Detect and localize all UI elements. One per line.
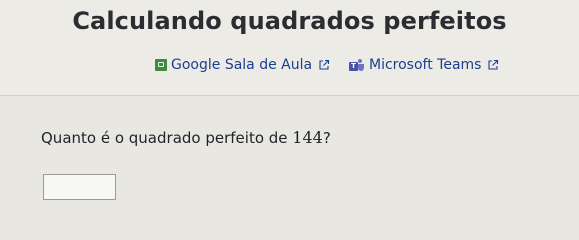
- answer-input[interactable]: [43, 174, 116, 200]
- question-suffix: ?: [322, 129, 331, 147]
- exercise-header: Calculando quadrados perfeitos Google Sa…: [0, 0, 579, 95]
- question-text: Quanto é o quadrado perfeito de 144?: [41, 128, 331, 147]
- exercise-title: Calculando quadrados perfeitos: [72, 7, 507, 35]
- external-link-icon: [488, 59, 499, 70]
- share-google-classroom-link[interactable]: Google Sala de Aula: [155, 57, 330, 73]
- share-links-row: Google Sala de Aula T Microsoft Teams: [0, 57, 579, 79]
- microsoft-teams-label: Microsoft Teams: [369, 57, 482, 73]
- share-microsoft-teams-link[interactable]: T Microsoft Teams: [349, 57, 499, 73]
- google-classroom-label: Google Sala de Aula: [171, 57, 313, 73]
- microsoft-teams-icon: T: [349, 58, 365, 72]
- header-divider: [0, 95, 579, 96]
- question-prefix: Quanto é o quadrado perfeito de: [41, 129, 293, 147]
- external-link-icon: [319, 59, 330, 70]
- question-number: 144: [292, 128, 323, 147]
- google-classroom-icon: [155, 59, 167, 71]
